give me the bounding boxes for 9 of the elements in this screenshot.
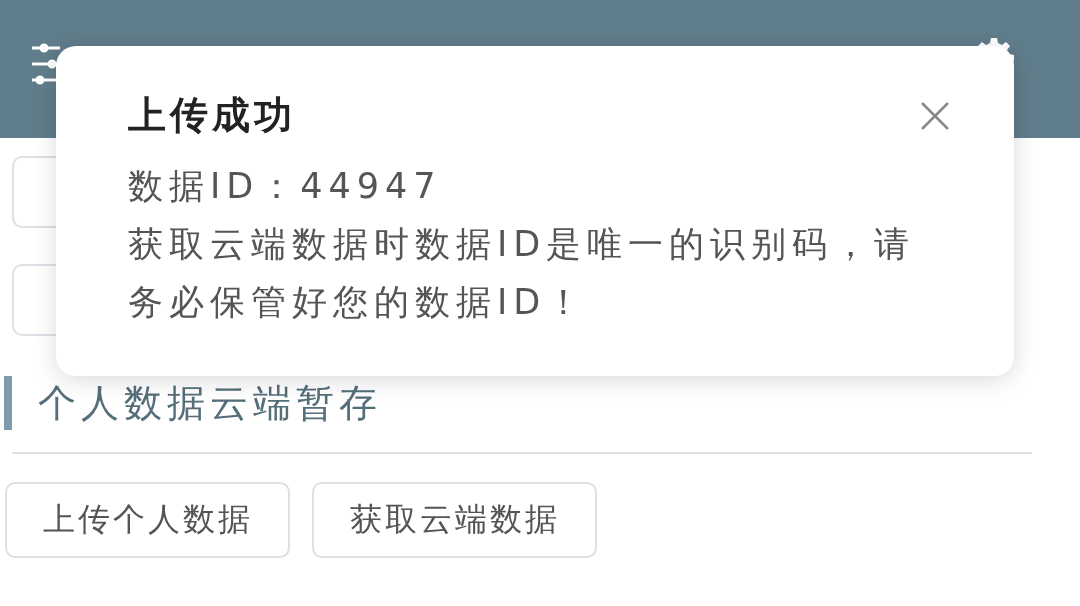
section-title: 个人数据云端暂存 (38, 379, 382, 427)
toast-title: 上传成功 (128, 92, 296, 139)
toast-message: 数据ID：44947 (128, 165, 443, 208)
sliders-icon[interactable] (30, 42, 62, 86)
close-icon[interactable] (920, 100, 950, 131)
toast-message: 获取云端数据时数据ID是唯一的识别码，请务必保管好您的数据ID！ (128, 223, 917, 324)
action-button[interactable]: 上传个人数据 (5, 482, 290, 558)
section-accent-bar (4, 376, 12, 430)
action-button[interactable]: 获取云端数据 (312, 482, 597, 558)
